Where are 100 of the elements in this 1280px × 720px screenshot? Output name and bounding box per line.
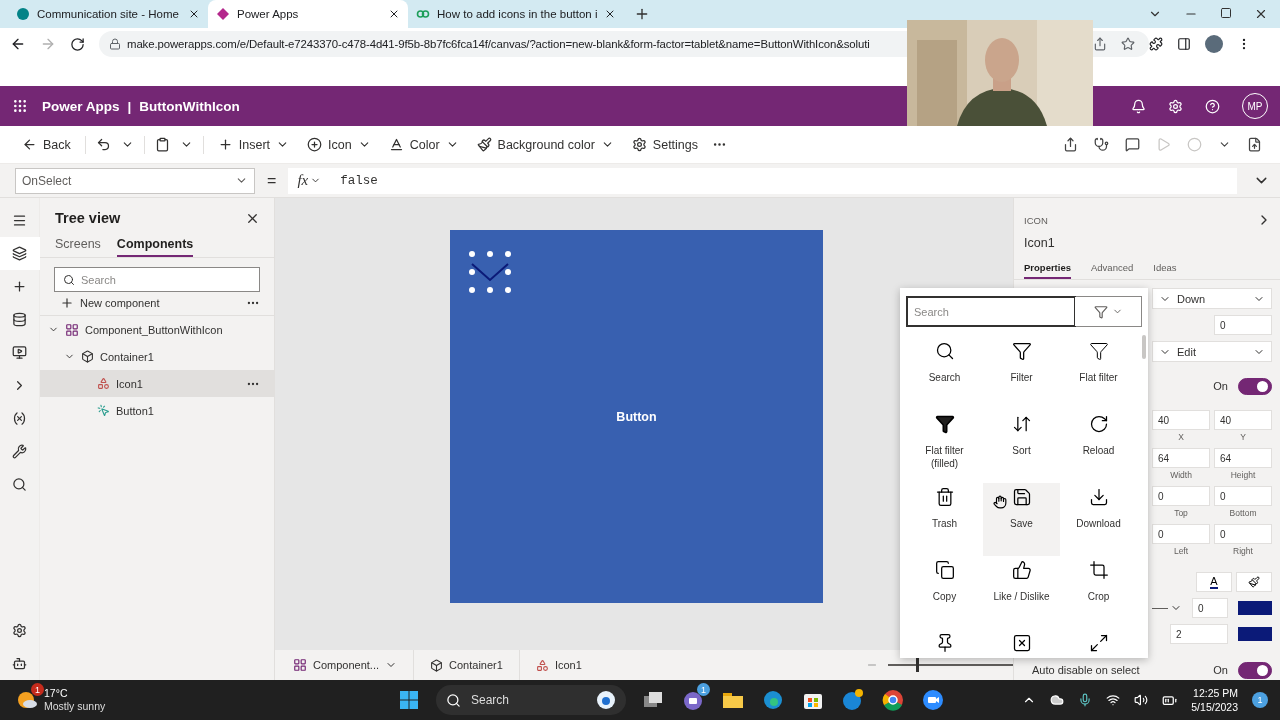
share-icon[interactable] [1063, 137, 1078, 152]
panel-tab[interactable]: Properties [1024, 260, 1071, 279]
breadcrumb[interactable]: Icon1 [531, 658, 586, 672]
settings-icon[interactable] [1168, 98, 1183, 114]
tree-item[interactable]: Container1 [40, 343, 274, 370]
close-icon[interactable] [1254, 7, 1268, 21]
icon-option[interactable]: Crop [1060, 556, 1137, 629]
icon-option[interactable]: Search [906, 337, 983, 410]
number-field[interactable]: 0 [1192, 598, 1228, 618]
icon-option[interactable]: Download [1060, 483, 1137, 556]
search-icon [12, 477, 27, 492]
line-icon [1152, 607, 1168, 609]
panel-tab[interactable]: Ideas [1153, 260, 1177, 279]
tree-item-label: Icon1 [116, 377, 143, 390]
number-field[interactable]: 0 [1214, 524, 1272, 544]
icon-option[interactable]: Flat filter (filled) [906, 410, 983, 483]
paintbrush-icon [476, 137, 492, 152]
clock[interactable]: 12:25 PM 5/15/2023 [1191, 686, 1238, 714]
color-swatch[interactable] [1238, 627, 1272, 641]
app-launcher-icon[interactable] [12, 98, 28, 114]
help-icon[interactable] [1205, 98, 1220, 114]
number-field[interactable]: 0 [1214, 486, 1272, 506]
browser-tab[interactable]: How to add icons in the button i [408, 0, 625, 28]
speaker-icon[interactable] [1134, 693, 1149, 707]
number-field[interactable]: 40 [1152, 410, 1210, 430]
toggle-switch[interactable] [1238, 377, 1272, 395]
icon-option[interactable]: Like / Dislike [983, 556, 1060, 629]
text-color-button[interactable]: A [1196, 572, 1232, 592]
container-icon [81, 350, 94, 363]
number-field[interactable]: 64 [1214, 448, 1272, 468]
icon-option[interactable]: Filter [983, 337, 1060, 410]
command-button[interactable]: Icon [303, 137, 375, 152]
breadcrumb[interactable]: Container1 [426, 658, 507, 672]
side-panel-icon[interactable] [1177, 37, 1191, 51]
new-component-button[interactable]: New component [60, 296, 160, 310]
stethoscope-icon[interactable] [1094, 137, 1109, 152]
bell-icon[interactable] [1131, 98, 1146, 114]
video-app-button[interactable] [920, 687, 946, 713]
fill-color-button[interactable] [1236, 572, 1272, 592]
help-app-button[interactable] [840, 687, 866, 713]
property-dropdown[interactable]: Down [1152, 288, 1272, 309]
back-button[interactable]: Back [18, 137, 75, 152]
profile-avatar[interactable] [1205, 35, 1223, 53]
property-dropdown[interactable]: Edit [1152, 341, 1272, 362]
panel-tab[interactable]: Advanced [1091, 260, 1134, 279]
icon-option[interactable]: Trash [906, 483, 983, 556]
close-icon[interactable] [388, 8, 400, 20]
breadcrumb[interactable]: Component... [289, 658, 402, 672]
shapes-icon [535, 658, 549, 672]
icon-option[interactable]: Flat filter [1060, 337, 1137, 410]
command-button[interactable]: Insert [213, 137, 294, 152]
icon-option[interactable]: Save [983, 483, 1060, 556]
comment-icon[interactable] [1125, 137, 1140, 152]
undo-icon[interactable] [95, 137, 111, 152]
formula-field[interactable]: false [330, 167, 1237, 194]
tree-view-button[interactable] [0, 237, 40, 270]
arrow-left-icon [22, 137, 37, 152]
color-swatch[interactable] [1238, 601, 1272, 615]
canvas-button[interactable]: Button [450, 230, 823, 603]
panel-tab[interactable]: Screens [55, 234, 101, 257]
number-field[interactable]: 0 [1214, 315, 1272, 335]
tree-item[interactable]: Component_ButtonWithIcon [40, 316, 274, 343]
chrome-app-button[interactable] [880, 687, 906, 713]
maximize-icon[interactable] [1220, 7, 1232, 19]
scrollbar[interactable] [1142, 335, 1146, 359]
cloud-icon[interactable] [1050, 693, 1065, 707]
taskbar-search-field[interactable]: Search [436, 685, 626, 715]
command-button[interactable]: Color [384, 137, 463, 152]
browser-tab[interactable]: Power Apps [208, 0, 408, 28]
close-icon[interactable] [188, 8, 200, 20]
slider-thumb[interactable] [915, 658, 919, 672]
property-dropdown[interactable]: OnSelect [15, 167, 255, 194]
star-icon[interactable] [1121, 37, 1135, 51]
function-button[interactable]: fx [288, 167, 331, 194]
toggle-switch[interactable] [1238, 661, 1272, 679]
back-icon[interactable] [10, 36, 26, 52]
tree-item[interactable]: Button1 [40, 397, 274, 424]
paste-icon[interactable] [154, 137, 170, 152]
settings-button[interactable]: Settings [627, 137, 703, 152]
number-field[interactable]: 0 [1152, 486, 1210, 506]
browser-tab[interactable]: Communication site - Home [8, 0, 208, 28]
icon-option[interactable]: Sort [983, 410, 1060, 483]
share-icon[interactable] [1093, 37, 1107, 51]
search-field[interactable]: Search [906, 296, 1076, 327]
icon-option[interactable]: Copy [906, 556, 983, 629]
microphone-icon[interactable] [1078, 693, 1093, 707]
panel-tab[interactable]: Components [116, 234, 194, 257]
tree-item[interactable]: Icon1 [40, 370, 274, 397]
number-field[interactable]: 2 [1170, 624, 1228, 644]
number-field[interactable]: 64 [1152, 448, 1210, 468]
filled-funnel-icon [934, 414, 955, 434]
icon-option[interactable]: Reload [1060, 410, 1137, 483]
wifi-icon[interactable] [1106, 693, 1121, 707]
puzzle-icon[interactable] [1149, 37, 1163, 51]
publish-icon[interactable] [1247, 137, 1262, 152]
reload-icon[interactable] [70, 36, 85, 52]
number-field[interactable]: 0 [1152, 524, 1210, 544]
search-field[interactable]: Search [54, 267, 260, 292]
command-button[interactable]: Background color [472, 137, 618, 152]
number-field[interactable]: 40 [1214, 410, 1272, 430]
